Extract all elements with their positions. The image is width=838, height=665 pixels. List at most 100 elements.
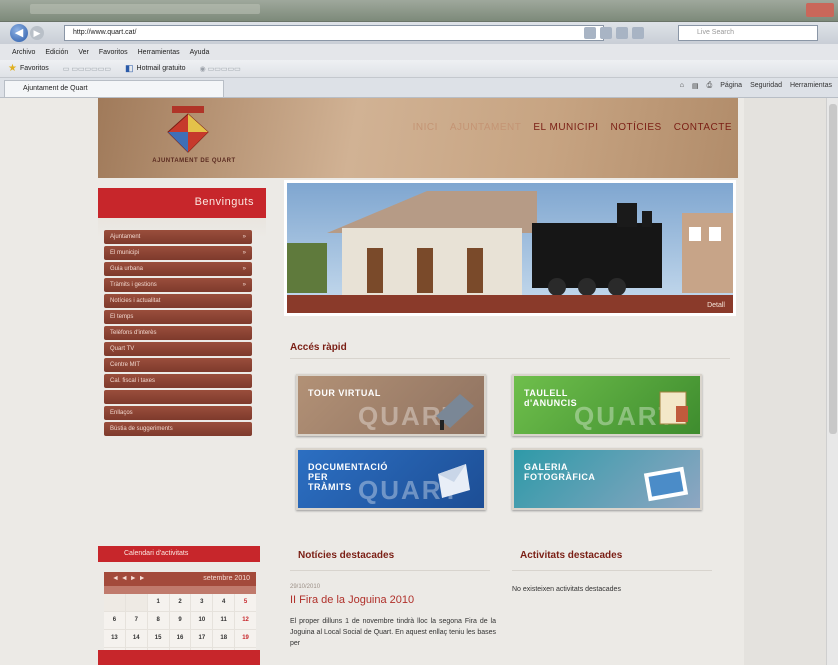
activities-empty: No existeixen activitats destacades	[512, 586, 621, 593]
quick-access-rule	[290, 358, 730, 359]
sidebar-item[interactable]: Tràmits i gestions »	[104, 278, 252, 292]
calendar-day[interactable]: 2	[169, 594, 191, 611]
calendar-day[interactable]: 3	[191, 594, 213, 611]
sidebar-item[interactable]: Quart TV	[104, 342, 252, 356]
web-page: AJUNTAMENT DE QUART INICI AJUNTAMENT EL …	[0, 98, 838, 665]
back-icon[interactable]: ◀	[10, 24, 28, 42]
favorite-item-hotmail[interactable]: ◧ Hotmail gratuito	[125, 63, 186, 74]
sidebar-item[interactable]: Centre MIT	[104, 358, 252, 372]
sidebar-item[interactable]: El temps	[104, 310, 252, 324]
print-icon[interactable]: ⎙	[707, 82, 713, 90]
calendar-day[interactable]: 14	[125, 630, 147, 647]
tour-virtual-tile[interactable]: TOUR VIRTUAL QUART	[296, 374, 486, 436]
sidebar-item[interactable]: El municipi »	[104, 246, 252, 260]
star-icon: ★	[8, 63, 17, 74]
calendar-day	[104, 594, 125, 611]
calendar-day[interactable]: 17	[191, 630, 213, 647]
address-bar[interactable]: http://www.quart.cat/	[64, 25, 604, 41]
sidebar-item[interactable]	[104, 390, 252, 404]
tab-ajuntament[interactable]: Ajuntament de Quart	[4, 80, 224, 97]
sidebar-item[interactable]: Bústia de suggeriments	[104, 422, 252, 436]
calendar-day[interactable]: 7	[125, 612, 147, 629]
news-date: 29/10/2010	[290, 584, 321, 590]
close-window-button[interactable]	[806, 3, 834, 17]
calendar-nav-arrows[interactable]: ◄ ◄ ► ►	[112, 572, 146, 586]
sidebar-item[interactable]: Telèfons d'interès	[104, 326, 252, 340]
calendar-day	[125, 594, 147, 611]
feeds-icon[interactable]: ▤	[692, 82, 699, 90]
nav-noticies[interactable]: NOTÍCIES	[611, 122, 662, 133]
favorite-item-3[interactable]: ◉ ▭▭▭▭▭	[200, 65, 241, 73]
menu-edicion[interactable]: Edición	[45, 49, 68, 56]
calendar-day[interactable]: 13	[104, 630, 125, 647]
window-titlebar	[0, 0, 838, 22]
banner-detail-link[interactable]: Detall	[707, 302, 725, 309]
calendar-day[interactable]: 5	[235, 594, 256, 611]
nav-inici[interactable]: INICI	[413, 122, 438, 133]
command-seguridad[interactable]: Seguridad	[750, 82, 782, 90]
calendar-day[interactable]: 6	[104, 612, 125, 629]
calendar-day[interactable]: 15	[147, 630, 169, 647]
activities-rule	[512, 570, 712, 571]
sidebar-item-label: Enllaços	[110, 410, 133, 416]
chevron-right-icon: »	[242, 250, 246, 256]
nav-ajuntament[interactable]: AJUNTAMENT	[450, 122, 521, 133]
calendar-day[interactable]: 11	[213, 612, 235, 629]
calendar-day[interactable]: 1	[147, 594, 169, 611]
hotmail-label: Hotmail gratuito	[136, 65, 186, 72]
command-pagina[interactable]: Página	[720, 82, 742, 90]
calendar-day[interactable]: 16	[169, 630, 191, 647]
stop-icon[interactable]	[616, 27, 628, 39]
home-icon[interactable]: ⌂	[680, 82, 684, 90]
menu-herramientas[interactable]: Herramientas	[138, 49, 180, 56]
calendar-day[interactable]: 4	[213, 594, 235, 611]
nav-el-municipi[interactable]: EL MUNICIPI	[533, 122, 598, 133]
news-title: Notícies destacades	[298, 550, 395, 561]
sidebar-item-label: Tràmits i gestions	[110, 282, 157, 288]
sidebar-item-label: Cal. fiscal i taxes	[110, 378, 156, 384]
sidebar-item[interactable]: Cal. fiscal i taxes	[104, 374, 252, 388]
calendar-title[interactable]: Calendari d'activitats	[98, 546, 260, 562]
nav-contacte[interactable]: CONTACTE	[674, 122, 732, 133]
sidebar-item[interactable]: Notícies i actualitat	[104, 294, 252, 308]
browser-navbar: ◀ ▶ http://www.quart.cat/ Live Search	[0, 22, 838, 44]
station-train-image	[287, 183, 733, 313]
sidebar-item[interactable]: Guia urbana »	[104, 262, 252, 276]
page-scrollbar[interactable]	[826, 98, 838, 665]
sidebar-item[interactable]: Enllaços	[104, 406, 252, 420]
command-herramientas[interactable]: Herramientas	[790, 82, 832, 90]
town-crest-icon[interactable]	[166, 106, 210, 154]
sidebar-item[interactable]: Ajuntament »	[104, 230, 252, 244]
hotmail-icon: ◧	[125, 63, 134, 73]
calendar-day[interactable]: 18	[213, 630, 235, 647]
sidebar-item-label: El municipi	[110, 250, 140, 256]
menu-ver[interactable]: Ver	[78, 49, 89, 56]
news-headline[interactable]: II Fira de la Joguina 2010	[290, 594, 414, 606]
menu-ayuda[interactable]: Ayuda	[190, 49, 210, 56]
favorites-button[interactable]: ★ Favoritos	[8, 63, 49, 74]
calendar-day[interactable]: 9	[169, 612, 191, 629]
page-right-margin	[744, 98, 838, 665]
search-input[interactable]: Live Search	[678, 25, 818, 41]
taulell-anuncis-tile[interactable]: TAULELL d'ANUNCIS QUART	[512, 374, 702, 436]
calendar-day[interactable]: 19	[235, 630, 256, 647]
forward-icon[interactable]: ▶	[30, 26, 44, 40]
galeria-fotografica-tile[interactable]: GALERIA FOTOGRÀFICA	[512, 448, 702, 510]
calendar-day[interactable]: 10	[191, 612, 213, 629]
refresh-icon[interactable]	[584, 27, 596, 39]
documentacio-tramits-tile[interactable]: DOCUMENTACIÓ PER TRÀMITS QUART	[296, 448, 486, 510]
calendar-day[interactable]: 8	[147, 612, 169, 629]
favorites-label: Favoritos	[19, 65, 49, 72]
tile-label: TOUR VIRTUAL	[308, 388, 381, 398]
menu-archivo[interactable]: Archivo	[12, 49, 35, 56]
scrollbar-thumb[interactable]	[829, 104, 837, 434]
sidebar-item-label: Telèfons d'interès	[110, 330, 157, 336]
compat-icon[interactable]	[600, 27, 612, 39]
camera-icon	[436, 394, 474, 430]
menu-favoritos[interactable]: Favoritos	[99, 49, 128, 56]
calendar-day[interactable]: 12	[235, 612, 256, 629]
chevron-right-icon: »	[242, 266, 246, 272]
tile-label: GALERIA FOTOGRÀFICA	[524, 462, 596, 482]
live-search-icon[interactable]	[632, 27, 644, 39]
favorite-item-1[interactable]: ▭ ▭▭▭▭▭▭	[63, 65, 111, 73]
